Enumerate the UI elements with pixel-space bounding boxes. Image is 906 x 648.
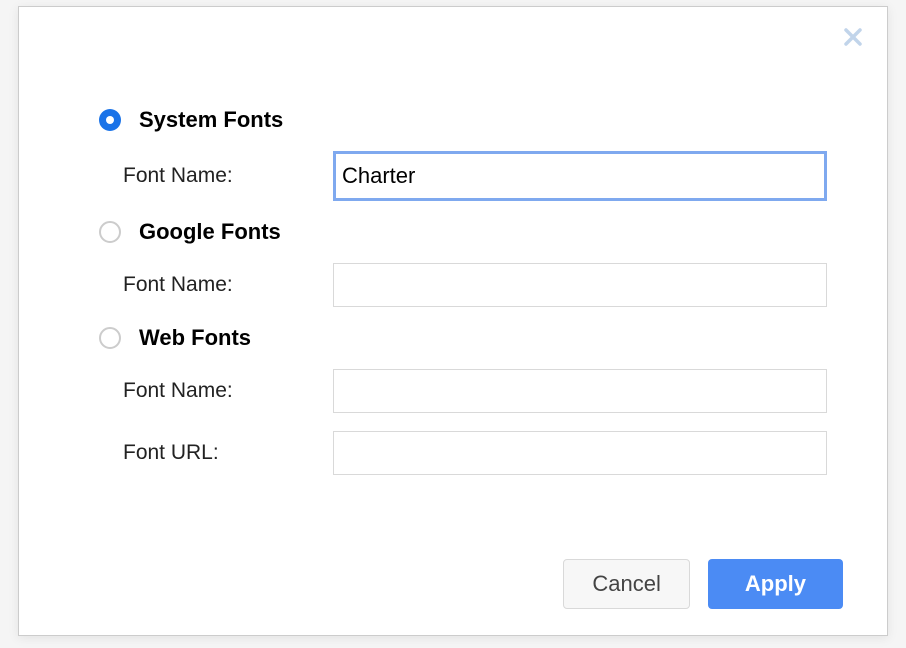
google-font-name-row: Font Name: xyxy=(123,263,827,307)
dialog-content: System Fonts Font Name: Google Fonts Fon… xyxy=(19,7,887,475)
system-font-name-input[interactable] xyxy=(333,151,827,201)
font-dialog: System Fonts Font Name: Google Fonts Fon… xyxy=(18,6,888,636)
system-fonts-row: System Fonts xyxy=(99,107,827,133)
web-font-url-input[interactable] xyxy=(333,431,827,475)
google-fonts-row: Google Fonts xyxy=(99,219,827,245)
web-font-name-row: Font Name: xyxy=(123,369,827,413)
system-fonts-radio[interactable] xyxy=(99,109,121,131)
web-font-url-row: Font URL: xyxy=(123,431,827,475)
web-font-name-input[interactable] xyxy=(333,369,827,413)
web-fonts-radio[interactable] xyxy=(99,327,121,349)
google-font-name-input[interactable] xyxy=(333,263,827,307)
system-fonts-title: System Fonts xyxy=(139,107,283,133)
system-font-name-row: Font Name: xyxy=(123,151,827,201)
web-fonts-row: Web Fonts xyxy=(99,325,827,351)
google-fonts-radio[interactable] xyxy=(99,221,121,243)
apply-button[interactable]: Apply xyxy=(708,559,843,609)
close-icon[interactable] xyxy=(837,21,869,53)
google-fonts-title: Google Fonts xyxy=(139,219,281,245)
web-font-name-label: Font Name: xyxy=(123,379,333,403)
web-fonts-title: Web Fonts xyxy=(139,325,251,351)
system-font-name-label: Font Name: xyxy=(123,164,333,188)
cancel-button[interactable]: Cancel xyxy=(563,559,689,609)
dialog-button-row: Cancel Apply xyxy=(563,559,843,609)
web-font-url-label: Font URL: xyxy=(123,441,333,465)
google-font-name-label: Font Name: xyxy=(123,273,333,297)
